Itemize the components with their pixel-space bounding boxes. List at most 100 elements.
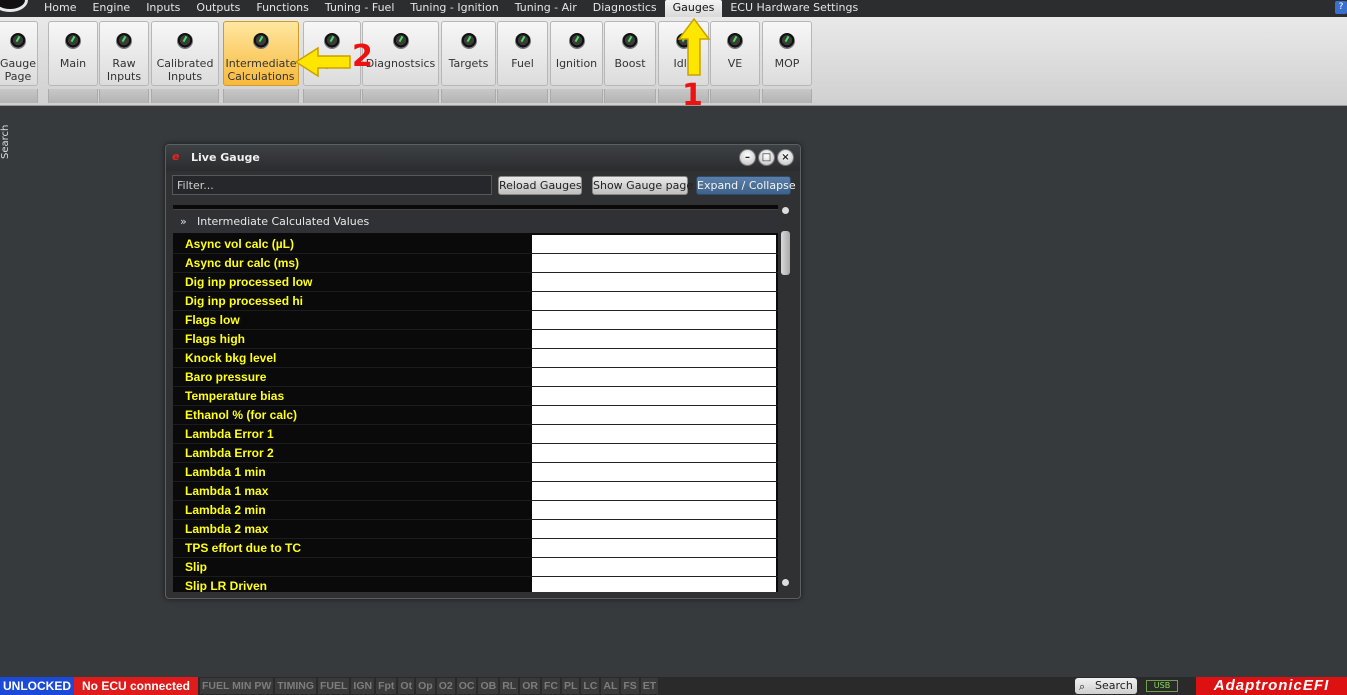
collapse-chevron-icon[interactable]: » bbox=[180, 210, 187, 234]
ribbon-button-gauge-page[interactable]: Gauge Page bbox=[0, 21, 38, 86]
menu-item-inputs[interactable]: Inputs bbox=[138, 0, 188, 17]
show-gauge-page-button[interactable]: Show Gauge page bbox=[592, 176, 693, 195]
gauge-row[interactable]: Lambda Error 1 bbox=[173, 425, 778, 444]
vertical-scrollbar[interactable] bbox=[778, 205, 792, 592]
help-icon[interactable]: ? bbox=[1335, 1, 1347, 14]
scroll-thumb[interactable] bbox=[781, 231, 790, 275]
gauge-row[interactable]: Ethanol % (for calc) bbox=[173, 406, 778, 425]
close-button[interactable]: × bbox=[777, 149, 794, 166]
menu-item-tuning-air[interactable]: Tuning - Air bbox=[507, 0, 585, 17]
ribbon-button-label: Diagnostsics bbox=[365, 57, 436, 70]
filter-input[interactable] bbox=[172, 175, 492, 195]
ribbon-button-label: Calibrated Inputs bbox=[156, 57, 214, 83]
ribbon-button-diagnostsics[interactable]: Diagnostsics bbox=[362, 21, 439, 86]
ribbon-button-label: VE bbox=[727, 57, 743, 70]
ribbon-button-targets[interactable]: Targets bbox=[441, 21, 496, 86]
gauge-row-value bbox=[532, 387, 776, 406]
gauge-row-value bbox=[532, 273, 776, 292]
group-header[interactable]: » Intermediate Calculated Values bbox=[173, 209, 778, 233]
ribbon-button-boost[interactable]: Boost bbox=[604, 21, 656, 86]
menu-item-diagnostics[interactable]: Diagnostics bbox=[585, 0, 665, 17]
menu-item-home[interactable]: Home bbox=[36, 0, 84, 17]
ribbon-button-base bbox=[497, 89, 548, 103]
ribbon-button-base bbox=[99, 89, 149, 103]
menu-item-outputs[interactable]: Outputs bbox=[188, 0, 248, 17]
gauge-row[interactable]: Baro pressure bbox=[173, 368, 778, 387]
ribbon-button-label: Targets bbox=[448, 57, 489, 70]
status-flag: AL bbox=[601, 678, 620, 694]
status-flag: OR bbox=[520, 678, 540, 694]
gauge-row[interactable]: Lambda 2 max bbox=[173, 520, 778, 539]
gauge-row[interactable]: Knock bkg level bbox=[173, 349, 778, 368]
status-flag: IGN bbox=[351, 678, 375, 694]
brand-logo: AdaptronicEFI bbox=[1196, 677, 1347, 695]
scroll-up-icon[interactable] bbox=[782, 207, 789, 214]
window-title-bar[interactable]: e Live Gauge – □ × bbox=[166, 145, 800, 171]
menu-item-engine[interactable]: Engine bbox=[84, 0, 138, 17]
app-logo-icon[interactable] bbox=[0, 0, 28, 12]
ribbon-button-calibrated-inputs[interactable]: Calibrated Inputs bbox=[151, 21, 219, 86]
status-flag: Ot bbox=[398, 678, 415, 694]
status-search-button[interactable]: ⌕ Search bbox=[1075, 678, 1137, 694]
side-search-tab[interactable]: Search bbox=[0, 120, 12, 164]
gauge-row-value bbox=[532, 425, 776, 444]
reload-gauges-button[interactable]: Reload Gauges bbox=[498, 176, 582, 195]
ribbon-button-base bbox=[441, 89, 496, 103]
gauge-row[interactable]: Temperature bias bbox=[173, 387, 778, 406]
gauge-row[interactable]: Dig inp processed low bbox=[173, 273, 778, 292]
gauge-row[interactable]: Async vol calc (µL) bbox=[173, 235, 778, 254]
gauge-row[interactable]: TPS effort due to TC bbox=[173, 539, 778, 558]
ribbon-button-base bbox=[362, 89, 439, 103]
ribbon-button-mop[interactable]: MOP bbox=[762, 21, 812, 86]
annotation-number-two: 2 bbox=[352, 39, 373, 74]
gauge-row[interactable]: Lambda 2 min bbox=[173, 501, 778, 520]
status-flag: LC bbox=[581, 678, 600, 694]
gauge-row-label: Lambda 1 max bbox=[185, 484, 269, 498]
ribbon-button-ignition[interactable]: Ignition bbox=[550, 21, 603, 86]
menu-item-gauges[interactable]: Gauges bbox=[664, 0, 723, 17]
scroll-down-icon[interactable] bbox=[782, 579, 789, 586]
gauge-row-label: Lambda 2 max bbox=[185, 522, 269, 536]
ribbon-button-main[interactable]: Main bbox=[48, 21, 98, 86]
unlocked-status: UNLOCKED bbox=[0, 677, 74, 695]
gauge-icon bbox=[568, 33, 585, 49]
ribbon-button-label: Intermediate Calculations bbox=[225, 57, 297, 83]
gauge-row-value bbox=[532, 539, 776, 558]
gauge-row-label: Async dur calc (ms) bbox=[185, 256, 300, 270]
gauge-row[interactable]: Slip LR Driven bbox=[173, 577, 778, 592]
ribbon-button-fuel[interactable]: Fuel bbox=[497, 21, 548, 86]
group-title: Intermediate Calculated Values bbox=[197, 215, 370, 228]
menu-item-tuning-fuel[interactable]: Tuning - Fuel bbox=[317, 0, 403, 17]
maximize-button[interactable]: □ bbox=[758, 149, 775, 166]
minimize-button[interactable]: – bbox=[739, 149, 756, 166]
gauge-rows: Async vol calc (µL) Async dur calc (ms) Di… bbox=[173, 235, 778, 592]
gauge-icon bbox=[392, 33, 409, 49]
gauge-row[interactable]: Slip bbox=[173, 558, 778, 577]
gauge-row[interactable]: Lambda 1 min bbox=[173, 463, 778, 482]
ribbon-button-intermediate-calculations[interactable]: Intermediate Calculations bbox=[223, 21, 299, 86]
ribbon-button-label: MOP bbox=[774, 57, 800, 70]
status-flag: FS bbox=[621, 678, 639, 694]
gauge-icon bbox=[514, 33, 531, 49]
gauge-row[interactable]: Flags high bbox=[173, 330, 778, 349]
gauge-row-value bbox=[532, 292, 776, 311]
expand-collapse-button[interactable]: Expand / Collapse bbox=[696, 176, 796, 195]
menu-item-tuning-ignition[interactable]: Tuning - Ignition bbox=[402, 0, 506, 17]
gauge-row[interactable]: Async dur calc (ms) bbox=[173, 254, 778, 273]
ribbon-button-ve[interactable]: VE bbox=[710, 21, 760, 86]
gauge-row-value bbox=[532, 501, 776, 520]
ribbon-button-raw-inputs[interactable]: Raw Inputs bbox=[99, 21, 149, 86]
gauge-row-label: Lambda Error 1 bbox=[185, 427, 274, 441]
gauge-row[interactable]: Lambda 1 max bbox=[173, 482, 778, 501]
gauge-row-label: Lambda Error 2 bbox=[185, 446, 274, 460]
gauge-row[interactable]: Flags low bbox=[173, 311, 778, 330]
ribbon-button-base bbox=[48, 89, 98, 103]
gauge-row-value bbox=[532, 520, 776, 539]
magnifier-icon: ⌕ bbox=[1079, 680, 1086, 693]
menu-item-ecu-hardware-settings[interactable]: ECU Hardware Settings bbox=[722, 0, 866, 17]
gauge-row[interactable]: Lambda Error 2 bbox=[173, 444, 778, 463]
menu-item-functions[interactable]: Functions bbox=[248, 0, 317, 17]
network-indicator-icon: USB bbox=[1146, 680, 1178, 692]
gauge-row[interactable]: Dig inp processed hi bbox=[173, 292, 778, 311]
status-flag: Fpt bbox=[376, 678, 397, 694]
